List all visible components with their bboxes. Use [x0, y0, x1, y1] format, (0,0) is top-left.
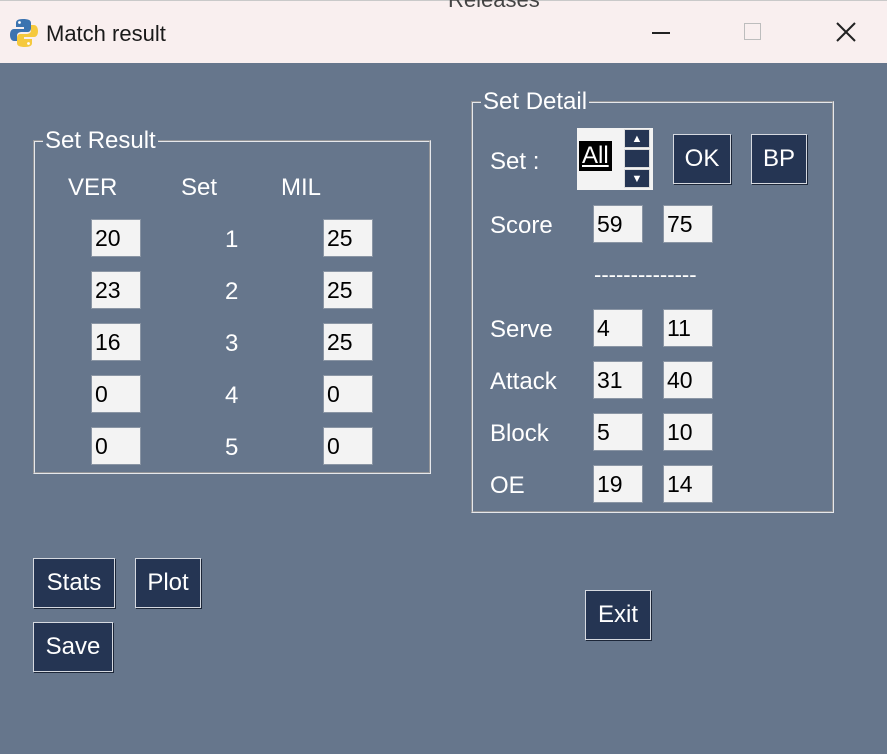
oe-label: OE — [490, 472, 525, 499]
set-spinbox[interactable]: All ▲ ▼ — [577, 128, 653, 190]
header-set: Set — [181, 174, 218, 201]
set-number: 3 — [225, 330, 239, 357]
window-title: Match result — [46, 21, 166, 46]
header-ver: VER — [68, 174, 118, 201]
maximize-icon — [744, 23, 761, 40]
serve-right-field[interactable]: 11 — [663, 309, 713, 347]
spin-up-button[interactable]: ▲ — [624, 129, 650, 148]
ver-score-field[interactable]: 0 — [91, 375, 141, 413]
minimize-button[interactable] — [615, 1, 707, 64]
oe-left-field[interactable]: 19 — [593, 465, 643, 503]
mil-score-field[interactable]: 0 — [323, 427, 373, 465]
up-arrow-icon: ▲ — [631, 132, 643, 145]
oe-right-field[interactable]: 14 — [663, 465, 713, 503]
stats-button[interactable]: Stats — [33, 558, 115, 608]
score-left-field[interactable]: 59 — [593, 205, 643, 243]
set-number: 5 — [225, 434, 239, 461]
minimize-icon — [652, 32, 670, 34]
down-arrow-icon: ▼ — [631, 172, 643, 185]
separator-line: -------------- — [594, 262, 697, 287]
set-detail-legend: Set Detail — [483, 88, 588, 115]
close-icon — [836, 22, 856, 42]
set-label: Set : — [490, 148, 540, 175]
ver-score-field[interactable]: 16 — [91, 323, 141, 361]
attack-right-field[interactable]: 40 — [663, 361, 713, 399]
attack-label: Attack — [490, 368, 557, 395]
set-number: 2 — [225, 278, 239, 305]
set-number: 4 — [225, 382, 239, 409]
block-right-field[interactable]: 10 — [663, 413, 713, 451]
attack-left-field[interactable]: 31 — [593, 361, 643, 399]
set-spinbox-value[interactable]: All — [579, 141, 612, 171]
set-number: 1 — [225, 226, 239, 253]
save-button[interactable]: Save — [33, 622, 113, 672]
mil-score-field[interactable]: 25 — [323, 271, 373, 309]
title-bar: Releases Match result — [0, 0, 887, 63]
spin-down-button[interactable]: ▼ — [624, 169, 650, 188]
mil-score-field[interactable]: 25 — [323, 323, 373, 361]
maximize-button[interactable] — [707, 1, 799, 64]
mil-score-field[interactable]: 0 — [323, 375, 373, 413]
block-label: Block — [490, 420, 549, 447]
header-mil: MIL — [281, 174, 322, 201]
ver-score-field[interactable]: 20 — [91, 219, 141, 257]
spin-middle — [624, 149, 650, 168]
plot-button[interactable]: Plot — [135, 558, 201, 608]
mil-score-field[interactable]: 25 — [323, 219, 373, 257]
ok-button[interactable]: OK — [673, 134, 731, 184]
ver-score-field[interactable]: 23 — [91, 271, 141, 309]
background-window-text: Releases — [448, 0, 540, 13]
set-result-legend: Set Result — [45, 127, 156, 154]
close-button[interactable] — [799, 1, 887, 64]
score-right-field[interactable]: 75 — [663, 205, 713, 243]
ver-score-field[interactable]: 0 — [91, 427, 141, 465]
serve-left-field[interactable]: 4 — [593, 309, 643, 347]
python-icon — [10, 19, 38, 47]
score-label: Score — [490, 212, 553, 239]
exit-button[interactable]: Exit — [585, 590, 651, 640]
serve-label: Serve — [490, 316, 553, 343]
bp-button[interactable]: BP — [751, 134, 807, 184]
block-left-field[interactable]: 5 — [593, 413, 643, 451]
